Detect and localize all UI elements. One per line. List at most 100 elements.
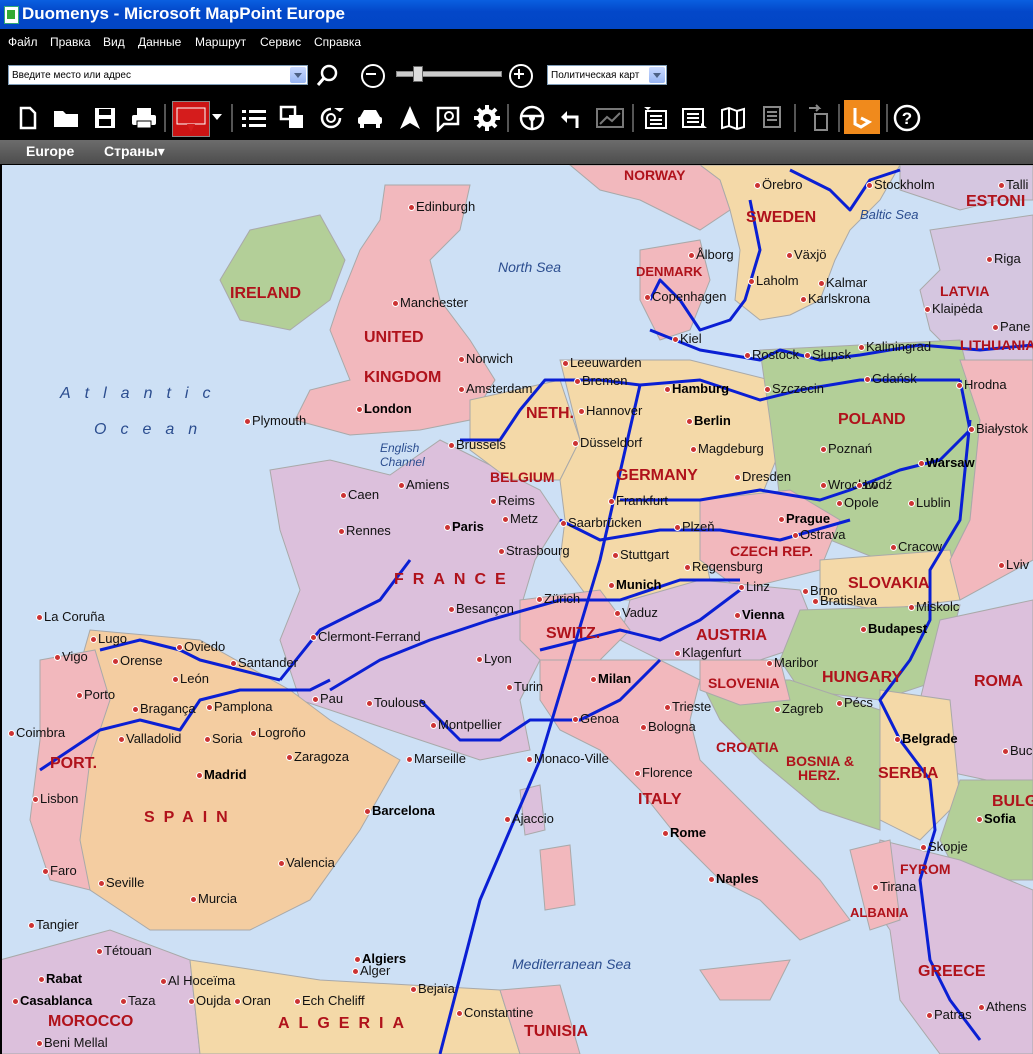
city-marker	[572, 440, 579, 447]
city-label: Naples	[716, 871, 759, 886]
city-label: Ålborg	[696, 247, 734, 262]
undo-icon[interactable]	[557, 104, 585, 132]
city-label: Hrodna	[964, 377, 1007, 392]
menu-edit[interactable]: Правка	[50, 35, 91, 49]
toolbar-separator	[231, 104, 233, 132]
zoom-slider-thumb[interactable]	[413, 66, 423, 82]
city-marker	[244, 418, 251, 425]
save-icon[interactable]	[91, 104, 119, 132]
city-label: Monaco-Ville	[534, 751, 609, 766]
city-label: Talli	[1006, 177, 1029, 192]
steering-wheel-icon[interactable]	[518, 104, 546, 132]
countries-menu[interactable]: Страны▾	[104, 143, 165, 160]
list-icon[interactable]	[240, 104, 268, 132]
city-marker	[42, 868, 49, 875]
city-marker	[294, 998, 301, 1005]
city-label: Porto	[84, 687, 116, 702]
settings-icon[interactable]	[473, 104, 501, 132]
city-marker	[132, 706, 139, 713]
country-label: SWITZ.	[546, 625, 601, 642]
city-label: Milan	[598, 671, 632, 686]
city-label: Amiens	[406, 477, 450, 492]
help-icon[interactable]: ?	[893, 104, 921, 132]
country-label: SWEDEN	[746, 209, 817, 226]
report-icon[interactable]	[758, 104, 786, 132]
city-marker	[190, 896, 197, 903]
city-label: Miskolc	[916, 599, 960, 614]
menu-route[interactable]: Маршрут	[195, 35, 246, 49]
city-marker	[674, 524, 681, 531]
search-input[interactable]: Введите место или адрес	[8, 65, 308, 85]
zoom-slider[interactable]	[396, 66, 502, 82]
city-marker	[204, 736, 211, 743]
city-label: Pane	[1000, 319, 1031, 334]
zoom-in-button[interactable]	[509, 64, 533, 88]
city-label: Bejaïa	[418, 981, 455, 996]
city-label: La Coruña	[44, 609, 105, 624]
country-label: GREECE	[918, 963, 986, 980]
region-breadcrumb[interactable]: Europe	[26, 143, 74, 159]
chart-icon[interactable]	[596, 104, 624, 132]
city-marker	[766, 660, 773, 667]
city-label: Edinburgh	[416, 199, 476, 214]
city-label: Athens	[986, 999, 1027, 1014]
city-label: Zagreb	[782, 701, 824, 716]
pushpin-dropdown-icon[interactable]	[212, 114, 222, 120]
import-data-icon[interactable]	[642, 104, 670, 132]
city-label: Logroño	[258, 725, 306, 740]
city-label: Kalmar	[826, 275, 868, 290]
locate-icon[interactable]	[318, 104, 346, 132]
zoom-out-button[interactable]	[361, 64, 385, 88]
svg-text:?: ?	[902, 109, 912, 128]
city-marker	[894, 736, 901, 743]
city-label: Madrid	[204, 767, 247, 782]
city-label: Hamburg	[672, 381, 730, 396]
city-marker	[998, 182, 1005, 189]
city-marker	[662, 830, 669, 837]
city-label: Seville	[106, 875, 145, 890]
city-marker	[196, 772, 203, 779]
car-icon[interactable]	[356, 104, 384, 132]
city-label: Lisbon	[40, 791, 79, 806]
map-view[interactable]: NORWAY SWEDEN ESTONI LATVIA LITHUANIA DE…	[2, 165, 1033, 1054]
map-style-select[interactable]: Политическая карт	[547, 65, 667, 85]
menu-help[interactable]: Справка	[314, 35, 361, 49]
city-label: Düsseldorf	[580, 435, 643, 450]
menu-data[interactable]: Данные	[138, 35, 181, 49]
city-marker	[866, 182, 873, 189]
city-marker	[614, 610, 621, 617]
city-marker	[354, 956, 361, 963]
city-marker	[864, 376, 871, 383]
print-icon[interactable]	[130, 104, 158, 132]
shapes-icon[interactable]	[279, 104, 307, 132]
navigate-arrow-icon[interactable]	[396, 104, 424, 132]
country-label: GERMANY	[616, 467, 698, 484]
city-marker	[76, 692, 83, 699]
open-folder-icon[interactable]	[52, 104, 80, 132]
new-document-icon[interactable]	[14, 104, 42, 132]
menu-tools[interactable]: Сервис	[260, 35, 301, 49]
find-nearby-icon[interactable]	[434, 104, 462, 132]
city-label: Plzeň	[682, 519, 715, 534]
country-label: AUSTRIA	[696, 627, 768, 644]
city-marker	[562, 360, 569, 367]
menu-file[interactable]: Файл	[8, 35, 38, 49]
country-label: IRELAND	[230, 285, 302, 302]
search-dropdown-arrow-icon[interactable]	[290, 67, 306, 83]
bing-icon[interactable]	[844, 100, 880, 134]
pushpin-icon[interactable]	[172, 101, 210, 137]
mappoint-app-icon[interactable]	[4, 6, 19, 24]
country-label: TUNISIA	[524, 1023, 588, 1040]
search-icon[interactable]	[316, 64, 340, 88]
city-marker	[820, 446, 827, 453]
city-marker	[918, 460, 925, 467]
pocket-device-icon[interactable]	[804, 104, 832, 132]
map-style-dropdown-arrow-icon[interactable]	[649, 67, 665, 83]
city-marker	[804, 352, 811, 359]
export-data-icon[interactable]	[681, 104, 709, 132]
country-label: BELGIUM	[490, 469, 555, 485]
city-marker	[978, 1004, 985, 1011]
menu-view[interactable]: Вид	[103, 35, 125, 49]
city-label: Örebro	[762, 177, 803, 192]
map-book-icon[interactable]	[719, 104, 747, 132]
